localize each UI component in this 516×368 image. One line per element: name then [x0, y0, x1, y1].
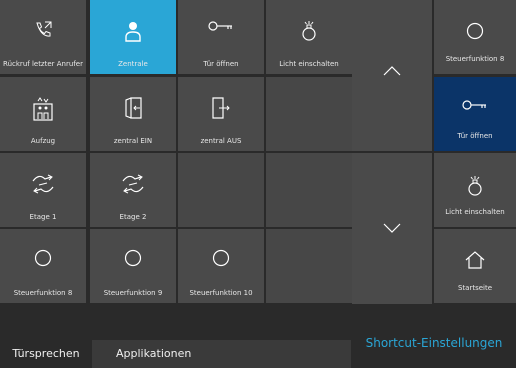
scroll-up-button[interactable] — [352, 0, 432, 151]
grid-tile[interactable]: Aufzug — [0, 77, 86, 151]
grid-tile-empty — [266, 153, 352, 227]
grid-tile-label: Licht einschalten — [279, 60, 339, 68]
phone-callback-icon — [0, 20, 86, 40]
grid-tile-empty — [266, 77, 352, 151]
chevron-down-icon — [352, 223, 432, 233]
grid-tile[interactable]: Etage 1 — [0, 153, 86, 227]
shortcut-tile-label: Startseite — [457, 284, 493, 292]
light-bulb-icon — [266, 20, 352, 42]
grid-tile[interactable]: zentral AUS — [178, 77, 264, 151]
grid-tile-label: Tür öffnen — [203, 60, 239, 68]
grid-tile-label: Etage 2 — [119, 213, 147, 221]
door-exit-icon — [178, 97, 264, 119]
home-icon — [434, 251, 516, 269]
shortcut-tile[interactable]: Startseite — [434, 229, 516, 303]
shortcut-tile-label: Licht einschalten — [445, 208, 505, 216]
grid-tile-label: Steuerfunktion 9 — [103, 289, 163, 297]
grid-tile-label: Zentrale — [118, 60, 148, 68]
grid-tile-label: Steuerfunktion 8 — [13, 289, 73, 297]
tab-applikationen[interactable]: Applikationen — [92, 340, 351, 368]
grid-tile-label: Aufzug — [30, 137, 56, 145]
grid-tile-label: Rückruf letzter Anrufer — [3, 60, 83, 68]
circle-icon — [0, 249, 86, 267]
elevator-icon — [0, 97, 86, 121]
switch-arrows-icon — [0, 173, 86, 195]
shortcut-tile[interactable]: Tür öffnen — [434, 77, 516, 151]
key-icon — [178, 20, 264, 32]
key-icon — [434, 99, 516, 111]
grid-tile[interactable]: Steuerfunktion 10 — [178, 229, 264, 303]
tab-tuersprechen[interactable]: Türsprechen — [0, 340, 92, 368]
light-bulb-icon — [434, 175, 516, 197]
grid-tile[interactable]: Licht einschalten — [266, 0, 352, 74]
person-icon — [90, 20, 176, 42]
shortcut-tile-label: Tür öffnen — [457, 132, 493, 140]
grid-tile[interactable]: zentral EIN — [90, 77, 176, 151]
door-enter-icon — [90, 97, 176, 119]
grid-tile-label: zentral EIN — [113, 137, 153, 145]
shortcut-tile[interactable]: Licht einschalten — [434, 153, 516, 227]
grid-tile[interactable]: Steuerfunktion 8 — [0, 229, 86, 303]
chevron-up-icon — [352, 66, 432, 76]
circle-icon — [434, 22, 516, 40]
shortcut-settings-link[interactable]: Shortcut-Einstellungen — [352, 329, 516, 357]
grid-tile-label: Etage 1 — [29, 213, 57, 221]
grid-tile[interactable]: Zentrale — [90, 0, 176, 74]
grid-tile[interactable]: Rückruf letzter Anrufer — [0, 0, 86, 74]
grid-tile-empty — [178, 153, 264, 227]
grid-tile[interactable]: Steuerfunktion 9 — [90, 229, 176, 303]
grid-tile[interactable]: Etage 2 — [90, 153, 176, 227]
shortcut-tile-label: Steuerfunktion 8 — [445, 55, 505, 63]
grid-tile-label: Steuerfunktion 10 — [189, 289, 253, 297]
circle-icon — [90, 249, 176, 267]
grid-tile-label: zentral AUS — [200, 137, 242, 145]
shortcut-tile[interactable]: Steuerfunktion 8 — [434, 0, 516, 74]
scroll-down-button[interactable] — [352, 153, 432, 304]
grid-tile[interactable]: Tür öffnen — [178, 0, 264, 74]
circle-icon — [178, 249, 264, 267]
grid-tile-empty — [266, 229, 352, 303]
switch-arrows-icon — [90, 173, 176, 195]
